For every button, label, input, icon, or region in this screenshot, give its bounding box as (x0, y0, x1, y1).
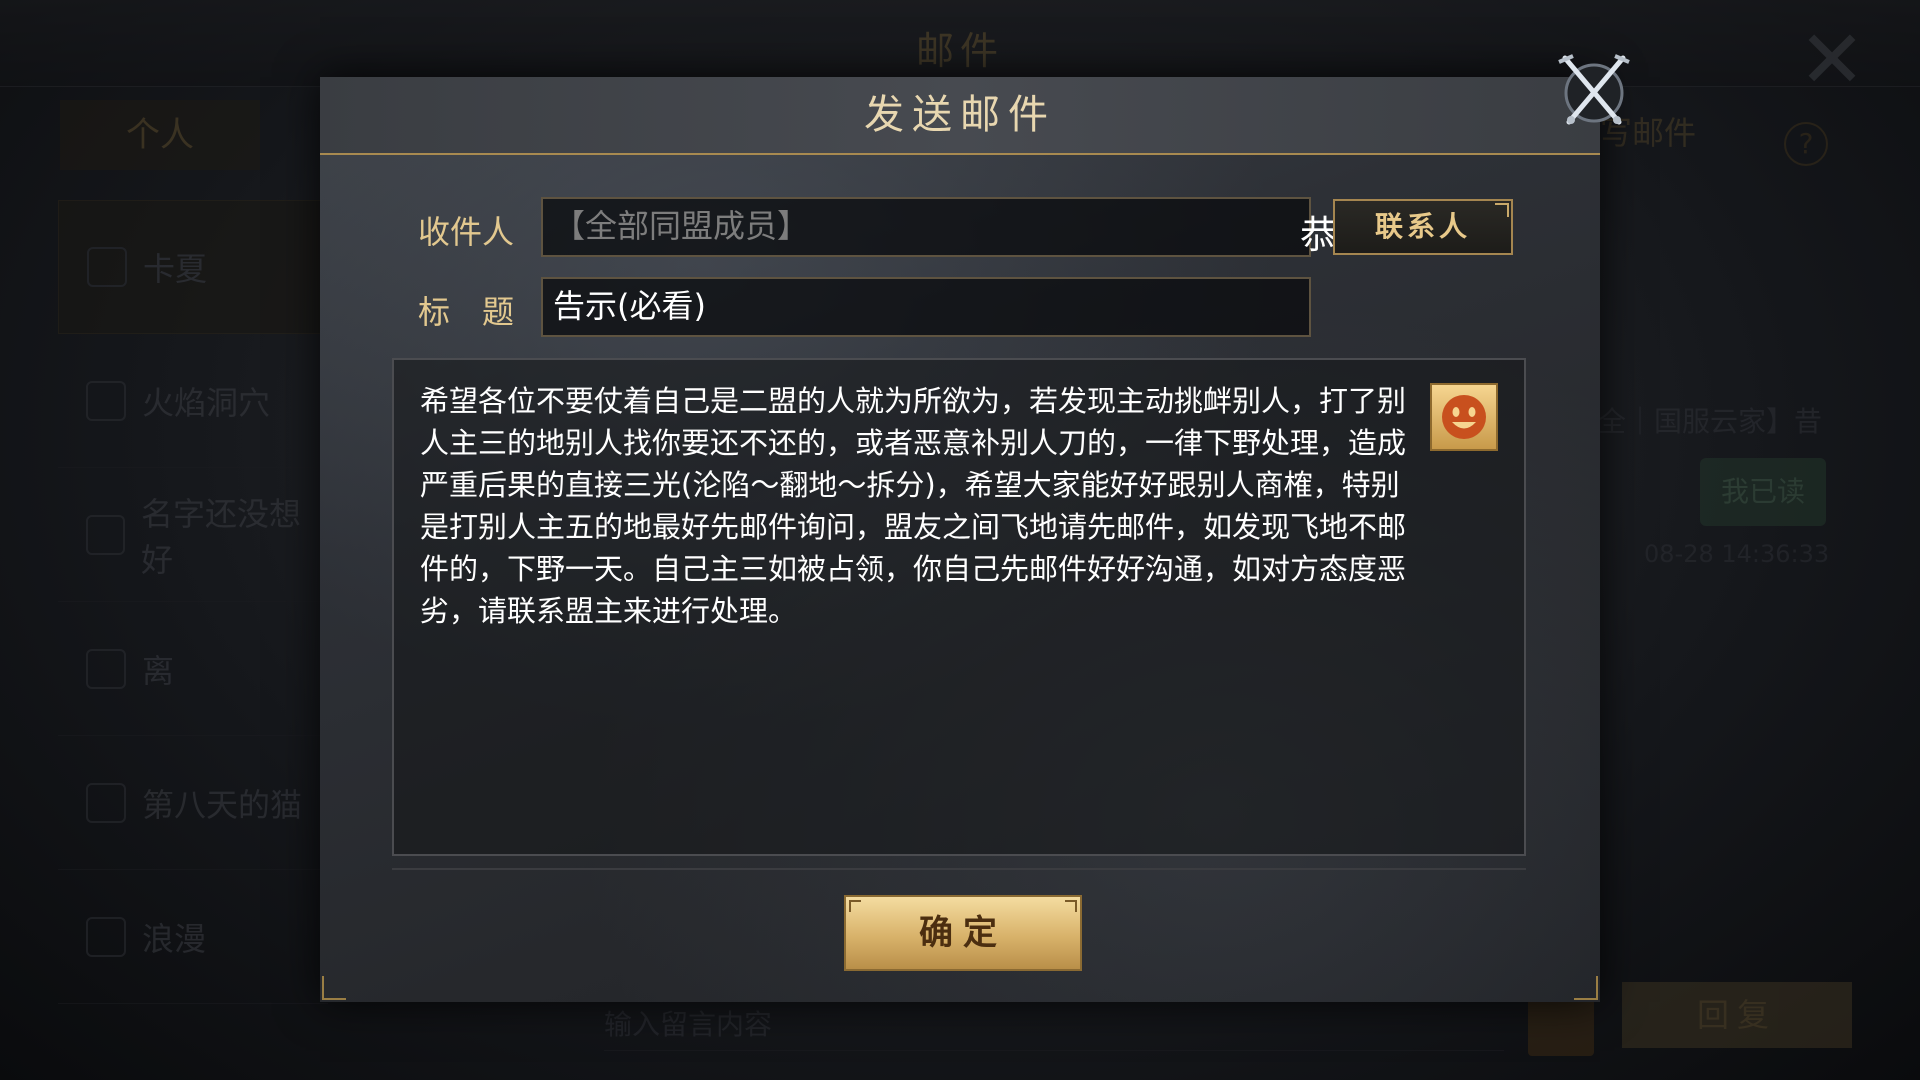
list-item-label: 名字还没想好 (141, 494, 302, 579)
list-item[interactable]: 名字还没想好 (58, 468, 328, 602)
corner-ornament-icon (1065, 900, 1077, 912)
corner-ornament-icon (1495, 203, 1509, 217)
contacts-button-label: 联系人 (1374, 210, 1471, 243)
mail-icon (87, 247, 127, 287)
mail-icon (86, 648, 126, 689)
list-item-label: 离 (142, 651, 175, 690)
background-chat-bubble: 我已读 (1700, 458, 1826, 526)
confirm-button[interactable]: 确定 (844, 895, 1082, 971)
list-item-label: 火焰洞穴 (142, 383, 271, 422)
background-help-icon[interactable]: ? (1784, 122, 1828, 166)
list-item[interactable]: 浪漫 (58, 870, 328, 1004)
recipient-input[interactable]: 【全部同盟成员】 (541, 197, 1311, 257)
list-item-label: 卡夏 (143, 250, 208, 288)
list-item[interactable]: 火焰洞穴 (58, 334, 328, 468)
mail-icon (86, 782, 126, 823)
corner-ornament-icon (322, 976, 346, 1000)
background-reply-input[interactable]: 输入留言内容 (604, 1000, 1504, 1051)
corner-ornament-icon (1574, 976, 1598, 1000)
background-message-preview: 【全｜国服云家】昔 (1570, 405, 1823, 438)
contacts-button[interactable]: 联系人 (1333, 199, 1513, 255)
subject-input[interactable]: 告示(必看) (541, 277, 1311, 337)
smiley-face-icon (1442, 395, 1486, 439)
mail-icon (86, 916, 126, 957)
list-item-label: 第八天的猫 (142, 785, 303, 824)
background-close-icon[interactable]: ✕ (1792, 20, 1872, 100)
list-item[interactable]: 第八天的猫 (58, 736, 328, 870)
list-item-label: 浪漫 (142, 919, 207, 958)
close-button[interactable] (1553, 50, 1635, 132)
divider (392, 868, 1526, 870)
subject-label: 标 题 (418, 293, 515, 331)
background-timestamp: 08-28 14:36:33 (1644, 540, 1830, 568)
mail-icon (86, 514, 126, 555)
crossed-swords-close-icon (1558, 54, 1630, 125)
mail-body-text: 希望各位不要仗着自己是二盟的人就为所欲为，若发现主动挑衅别人，打了别人主三的地别… (420, 384, 1407, 628)
list-item[interactable]: 卡夏 (58, 200, 328, 334)
background-mail-list: 卡夏 火焰洞穴 名字还没想好 离 第八天的猫 浪漫 (58, 200, 328, 1004)
confirm-button-label: 确定 (919, 913, 1007, 953)
game-screen: 邮件 ✕ 个人 写邮件 ? 卡夏 火焰洞穴 名字还没想好 离 第八天的猫 浪漫 … (0, 0, 1920, 1080)
background-tab-personal[interactable]: 个人 (60, 100, 260, 170)
background-reply-button[interactable]: 回复 (1622, 982, 1852, 1048)
recipient-label: 收件人 (418, 213, 515, 251)
list-item[interactable]: 离 (58, 602, 328, 736)
emoji-button[interactable] (1430, 383, 1498, 451)
mail-icon (86, 380, 126, 421)
dialog-title: 发送邮件 (864, 92, 1056, 138)
corner-ornament-icon (849, 900, 861, 912)
